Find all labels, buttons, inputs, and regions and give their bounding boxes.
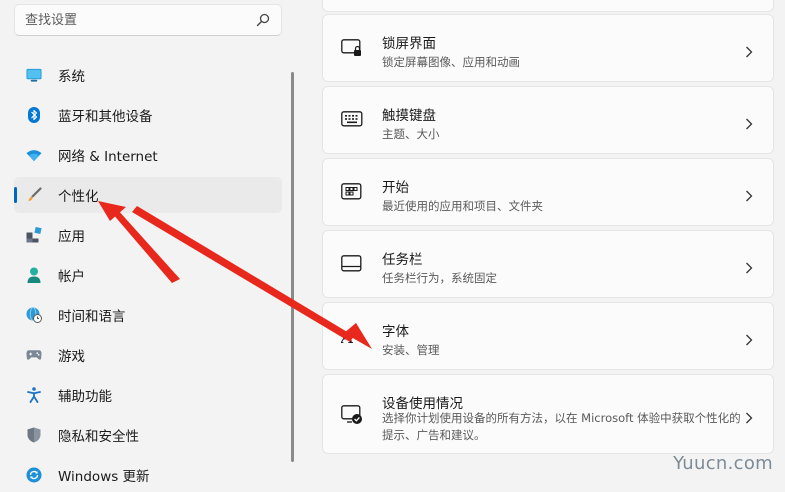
sidebar-item-label: 系统 xyxy=(58,69,85,85)
chevron-right-icon xyxy=(745,331,753,346)
sidebar-item-personalization[interactable]: 个性化 xyxy=(14,177,282,213)
card-fonts[interactable]: A 字体 安装、管理 xyxy=(322,302,774,370)
sidebar-item-label: 蓝牙和其他设备 xyxy=(58,109,153,125)
sidebar-item-label: 辅助功能 xyxy=(58,389,112,405)
chevron-right-icon xyxy=(745,259,753,274)
svg-text:A: A xyxy=(341,327,354,345)
card-touch-keyboard[interactable]: 触摸键盘 主题、大小 xyxy=(322,86,774,154)
sidebar-item-windows-update[interactable]: Windows 更新 xyxy=(14,457,282,492)
chevron-right-icon xyxy=(745,115,753,130)
sidebar-item-privacy[interactable]: 隐私和安全性 xyxy=(14,417,282,453)
apps-icon xyxy=(26,227,42,243)
search-icon[interactable] xyxy=(255,12,271,28)
start-icon xyxy=(341,183,363,203)
watermark: Yuucn.com xyxy=(673,453,773,474)
card-taskbar[interactable]: 任务栏 任务栏行为，系统固定 xyxy=(322,230,774,298)
card-title: 开始 xyxy=(382,180,409,196)
gamepad-icon xyxy=(26,347,42,363)
card-title: 设备使用情况 xyxy=(382,396,463,412)
card-title: 锁屏界面 xyxy=(382,36,436,52)
card-subtitle: 安装、管理 xyxy=(382,343,440,357)
lock-screen-icon xyxy=(341,39,363,59)
device-usage-icon xyxy=(341,405,363,425)
sidebar-item-label: 个性化 xyxy=(58,189,99,205)
card-title: 任务栏 xyxy=(382,252,423,268)
monitor-icon xyxy=(26,67,42,83)
search-box[interactable] xyxy=(14,4,282,36)
taskbar-icon xyxy=(341,255,363,275)
sidebar-nav: 系统 蓝牙和其他设备 网络 & Internet 个性化 应用 帐户 时间和语言… xyxy=(14,57,282,492)
sidebar-item-system[interactable]: 系统 xyxy=(14,57,282,93)
wifi-icon xyxy=(26,147,42,163)
chevron-right-icon xyxy=(745,187,753,202)
sidebar-item-gaming[interactable]: 游戏 xyxy=(14,337,282,373)
update-icon xyxy=(26,467,42,483)
keyboard-icon xyxy=(341,111,363,131)
card-subtitle: 锁定屏幕图像、应用和动画 xyxy=(382,55,520,69)
chevron-right-icon xyxy=(745,409,753,424)
sidebar-item-label: 隐私和安全性 xyxy=(58,429,139,445)
partial-card xyxy=(322,0,774,12)
font-icon: A xyxy=(339,327,363,348)
sidebar-item-label: 时间和语言 xyxy=(58,309,126,325)
sidebar-scrollbar[interactable] xyxy=(291,72,294,462)
sidebar-item-accounts[interactable]: 帐户 xyxy=(14,257,282,293)
search-input[interactable] xyxy=(25,12,255,28)
sidebar-item-network[interactable]: 网络 & Internet xyxy=(14,137,282,173)
accessibility-icon xyxy=(26,387,42,403)
sidebar-item-label: 游戏 xyxy=(58,349,85,365)
card-lock-screen[interactable]: 锁屏界面 锁定屏幕图像、应用和动画 xyxy=(322,14,774,82)
brush-icon xyxy=(26,187,42,203)
shield-icon xyxy=(26,427,42,443)
bluetooth-icon xyxy=(26,107,42,123)
sidebar-item-apps[interactable]: 应用 xyxy=(14,217,282,253)
sidebar-item-label: 帐户 xyxy=(58,269,85,285)
sidebar-item-time-language[interactable]: 时间和语言 xyxy=(14,297,282,333)
sidebar-item-bluetooth[interactable]: 蓝牙和其他设备 xyxy=(14,97,282,133)
card-subtitle: 选择你计划使用设备的所有方法，以在 Microsoft 体验中获取个性化的提示、… xyxy=(382,411,741,442)
sidebar-item-accessibility[interactable]: 辅助功能 xyxy=(14,377,282,413)
card-device-usage[interactable]: 设备使用情况 选择你计划使用设备的所有方法，以在 Microsoft 体验中获取… xyxy=(322,374,774,454)
card-subtitle: 任务栏行为，系统固定 xyxy=(382,271,497,285)
person-icon xyxy=(26,267,42,283)
globe-clock-icon xyxy=(26,307,42,323)
card-title: 字体 xyxy=(382,324,409,340)
sidebar-item-label: Windows 更新 xyxy=(58,469,150,485)
card-title: 触摸键盘 xyxy=(382,108,436,124)
card-subtitle: 最近使用的应用和项目、文件夹 xyxy=(382,199,543,213)
sidebar-item-label: 应用 xyxy=(58,229,85,245)
card-start[interactable]: 开始 最近使用的应用和项目、文件夹 xyxy=(322,158,774,226)
chevron-right-icon xyxy=(745,43,753,58)
card-subtitle: 主题、大小 xyxy=(382,127,440,141)
sidebar-item-label: 网络 & Internet xyxy=(58,149,158,165)
